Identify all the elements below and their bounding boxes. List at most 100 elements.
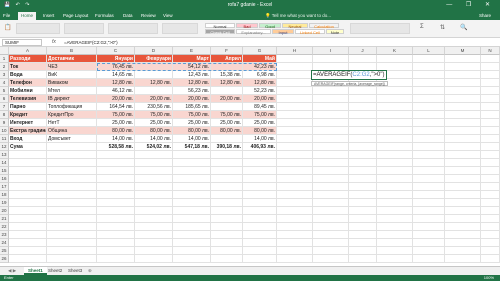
row-header-8[interactable]: 8 xyxy=(0,111,9,119)
table-cell[interactable]: 14,00 лв. xyxy=(173,135,211,143)
empty-cell[interactable] xyxy=(97,223,135,231)
column-header-n[interactable]: N xyxy=(481,47,500,55)
empty-cell[interactable] xyxy=(243,199,277,207)
row-header-3[interactable]: 3 xyxy=(0,71,9,79)
table-cell[interactable]: Мобилни xyxy=(9,87,47,95)
empty-cell[interactable] xyxy=(277,223,313,231)
empty-cell[interactable] xyxy=(277,207,313,215)
row-header-15[interactable]: 15 xyxy=(0,167,9,175)
style-normal[interactable]: Normal xyxy=(205,23,235,29)
tell-me-box[interactable]: 💡 Tell me what you want to do... xyxy=(262,12,334,20)
column-header-k[interactable]: K xyxy=(377,47,413,55)
window-controls[interactable]: — ❐ ✕ xyxy=(446,1,496,8)
empty-cell[interactable] xyxy=(9,231,47,239)
column-header-j[interactable]: J xyxy=(349,47,377,55)
empty-cell[interactable] xyxy=(445,255,481,263)
empty-cell[interactable] xyxy=(173,215,211,223)
table-cell[interactable]: КредитПро xyxy=(47,111,97,119)
empty-cell[interactable] xyxy=(413,63,445,71)
table-cell[interactable]: 89,45 лв. xyxy=(243,103,277,111)
tab-page-layout[interactable]: Page Layout xyxy=(60,12,91,20)
find-select-icon[interactable]: 🔍 xyxy=(460,24,467,31)
empty-cell[interactable] xyxy=(377,215,413,223)
tab-view[interactable]: View xyxy=(160,12,176,20)
empty-cell[interactable] xyxy=(313,215,349,223)
table-cell[interactable]: 80,00 лв. xyxy=(135,127,173,135)
empty-cell[interactable] xyxy=(173,239,211,247)
table-cell[interactable]: 12,80 лв. xyxy=(135,79,173,87)
empty-cell[interactable] xyxy=(313,207,349,215)
empty-cell[interactable] xyxy=(481,215,500,223)
sheet-tab-sheet2[interactable]: Sheet2 xyxy=(44,267,66,275)
empty-cell[interactable] xyxy=(413,239,445,247)
empty-cell[interactable] xyxy=(47,215,97,223)
empty-cell[interactable] xyxy=(349,103,377,111)
empty-cell[interactable] xyxy=(277,151,313,159)
empty-cell[interactable] xyxy=(445,119,481,127)
table-cell[interactable]: Екстра градина xyxy=(9,127,47,135)
table-cell[interactable]: 20,00 лв. xyxy=(97,95,135,103)
empty-cell[interactable] xyxy=(47,175,97,183)
empty-cell[interactable] xyxy=(481,191,500,199)
empty-cell[interactable] xyxy=(481,247,500,255)
empty-cell[interactable] xyxy=(9,183,47,191)
empty-cell[interactable] xyxy=(377,151,413,159)
empty-cell[interactable] xyxy=(445,95,481,103)
row-header-17[interactable]: 17 xyxy=(0,183,9,191)
table-cell[interactable]: 15,38 лв. xyxy=(211,71,243,79)
tab-home[interactable]: Home xyxy=(18,12,37,20)
empty-cell[interactable] xyxy=(349,223,377,231)
style-explanatory[interactable]: Explanatory... xyxy=(236,29,271,35)
empty-cell[interactable] xyxy=(211,167,243,175)
table-cell[interactable]: ЧЕЗ xyxy=(47,63,97,71)
empty-cell[interactable] xyxy=(481,111,500,119)
empty-cell[interactable] xyxy=(413,255,445,263)
row-header-4[interactable]: 4 xyxy=(0,79,9,87)
empty-cell[interactable] xyxy=(173,199,211,207)
table-cell[interactable]: Парно xyxy=(9,103,47,111)
style-note[interactable]: Note xyxy=(326,29,344,35)
empty-cell[interactable] xyxy=(277,191,313,199)
empty-cell[interactable] xyxy=(313,167,349,175)
style-input[interactable]: Input xyxy=(272,29,294,35)
table-cell[interactable]: 56,23 лв. xyxy=(173,87,211,95)
empty-cell[interactable] xyxy=(9,159,47,167)
empty-cell[interactable] xyxy=(413,199,445,207)
autosum-icon[interactable]: Σ xyxy=(420,24,424,30)
empty-cell[interactable] xyxy=(277,199,313,207)
table-header-cell[interactable]: Доставчик xyxy=(47,55,97,63)
empty-cell[interactable] xyxy=(243,151,277,159)
table-header-cell[interactable]: Февруари xyxy=(135,55,173,63)
empty-cell[interactable] xyxy=(377,111,413,119)
total-cell[interactable] xyxy=(47,143,97,151)
empty-cell[interactable] xyxy=(211,159,243,167)
table-cell[interactable]: 25,00 лв. xyxy=(211,119,243,127)
empty-cell[interactable] xyxy=(9,175,47,183)
table-cell[interactable]: 14,00 лв. xyxy=(97,135,135,143)
table-cell[interactable]: Вода xyxy=(9,71,47,79)
table-cell[interactable]: 80,00 лв. xyxy=(97,127,135,135)
empty-cell[interactable] xyxy=(47,167,97,175)
cells-group[interactable] xyxy=(350,23,410,34)
empty-cell[interactable] xyxy=(173,231,211,239)
empty-cell[interactable] xyxy=(377,207,413,215)
empty-cell[interactable] xyxy=(277,215,313,223)
empty-cell[interactable] xyxy=(135,223,173,231)
row-header-7[interactable]: 7 xyxy=(0,103,9,111)
tab-file[interactable]: File xyxy=(0,12,16,20)
empty-cell[interactable] xyxy=(135,175,173,183)
empty-cell[interactable] xyxy=(377,255,413,263)
empty-cell[interactable] xyxy=(277,231,313,239)
empty-cell[interactable] xyxy=(313,175,349,183)
table-cell[interactable]: ВиК xyxy=(47,71,97,79)
table-cell[interactable]: 14,65 лв. xyxy=(97,71,135,79)
empty-cell[interactable] xyxy=(313,127,349,135)
empty-cell[interactable] xyxy=(47,151,97,159)
empty-cell[interactable] xyxy=(173,183,211,191)
table-cell[interactable]: 75,00 лв. xyxy=(173,111,211,119)
column-header-c[interactable]: C xyxy=(97,47,135,55)
empty-cell[interactable] xyxy=(135,231,173,239)
sheet-tab-sheet3[interactable]: Sheet3 xyxy=(64,267,86,275)
empty-cell[interactable] xyxy=(173,255,211,263)
table-cell[interactable]: Домсъвет xyxy=(47,135,97,143)
